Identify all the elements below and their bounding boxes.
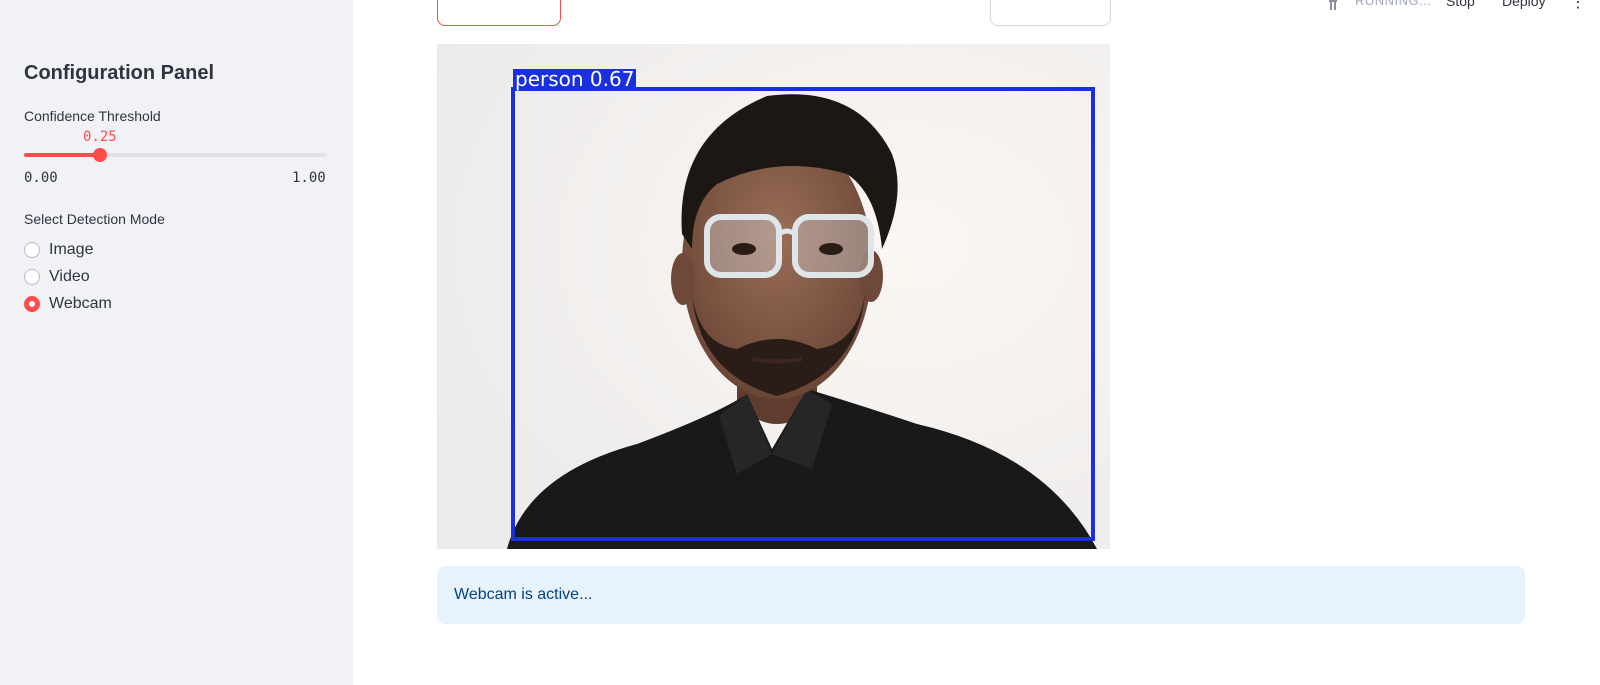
- running-icon: [1329, 0, 1337, 10]
- radio-webcam[interactable]: Webcam: [24, 295, 112, 313]
- radio-circle: [24, 242, 40, 258]
- primary-button[interactable]: [437, 0, 561, 26]
- radio-circle-selected: [24, 296, 40, 312]
- radio-image[interactable]: Image: [24, 241, 93, 259]
- confidence-slider-value: 0.25: [83, 129, 117, 145]
- radio-label-video: Video: [49, 268, 90, 285]
- radio-label-webcam: Webcam: [49, 295, 112, 312]
- info-message: Webcam is active...: [454, 586, 593, 603]
- sidebar-title: Configuration Panel: [24, 62, 214, 84]
- secondary-button[interactable]: [990, 0, 1111, 26]
- radio-circle: [24, 269, 40, 285]
- sidebar: Configuration Panel Confidence Threshold…: [0, 0, 353, 685]
- confidence-threshold-label: Confidence Threshold: [24, 108, 161, 124]
- confidence-slider[interactable]: [24, 148, 327, 162]
- info-alert: Webcam is active...: [437, 566, 1525, 624]
- webcam-frame: person 0.67: [437, 44, 1110, 549]
- running-status: RUNNING...: [1355, 0, 1432, 8]
- radio-video[interactable]: Video: [24, 268, 90, 286]
- detection-mode-label: Select Detection Mode: [24, 211, 165, 227]
- confidence-slider-thumb[interactable]: [93, 148, 107, 162]
- webcam-image: [437, 44, 1110, 549]
- detection-label: person 0.67: [513, 67, 637, 91]
- deploy-button[interactable]: Deploy: [1502, 0, 1546, 9]
- stop-button[interactable]: Stop: [1446, 0, 1475, 9]
- confidence-slider-fill: [24, 153, 100, 157]
- confidence-slider-max: 1.00: [292, 170, 326, 186]
- more-vert-icon[interactable]: ⋮: [1570, 0, 1586, 12]
- radio-label-image: Image: [49, 241, 94, 258]
- confidence-slider-min: 0.00: [24, 170, 58, 186]
